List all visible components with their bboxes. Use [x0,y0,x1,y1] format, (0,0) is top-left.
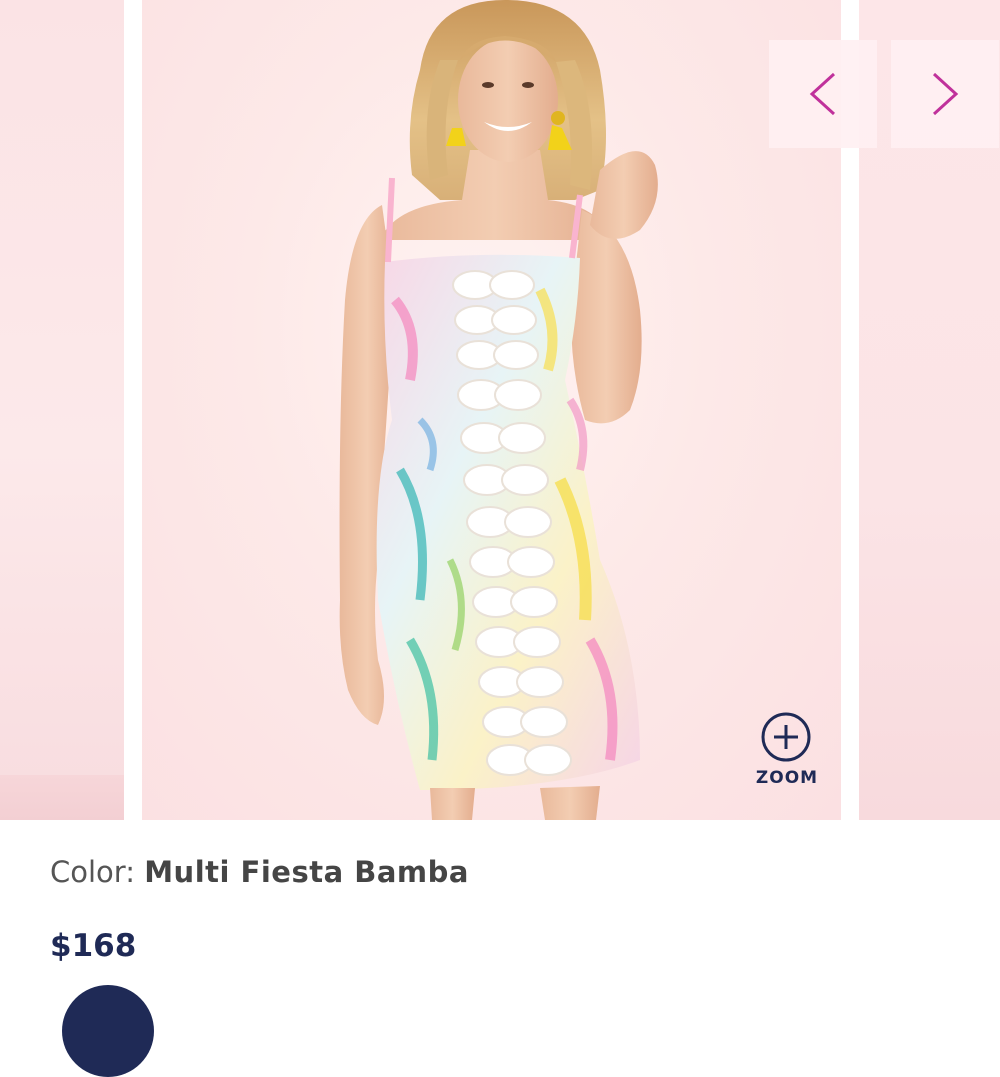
color-swatch[interactable] [62,985,154,1077]
chevron-left-icon [809,72,836,116]
model-photo [339,0,658,820]
zoom-button[interactable]: ZOOM [747,710,827,794]
previous-image-button[interactable] [769,40,877,148]
zoom-label: ZOOM [755,768,819,788]
plus-circle-icon [761,712,811,762]
next-image-button[interactable] [891,40,999,148]
product-price: $168 [50,928,137,964]
color-value: Multi Fiesta Bamba [144,855,469,889]
main-product-image[interactable] [142,0,841,820]
previous-image-preview[interactable] [0,0,124,820]
chevron-right-icon [932,72,959,116]
color-label: Color: [50,855,135,889]
color-line: Color: Multi Fiesta Bamba [50,855,469,889]
product-image-gallery: ZOOM [0,0,1000,820]
product-info [0,820,1000,1000]
